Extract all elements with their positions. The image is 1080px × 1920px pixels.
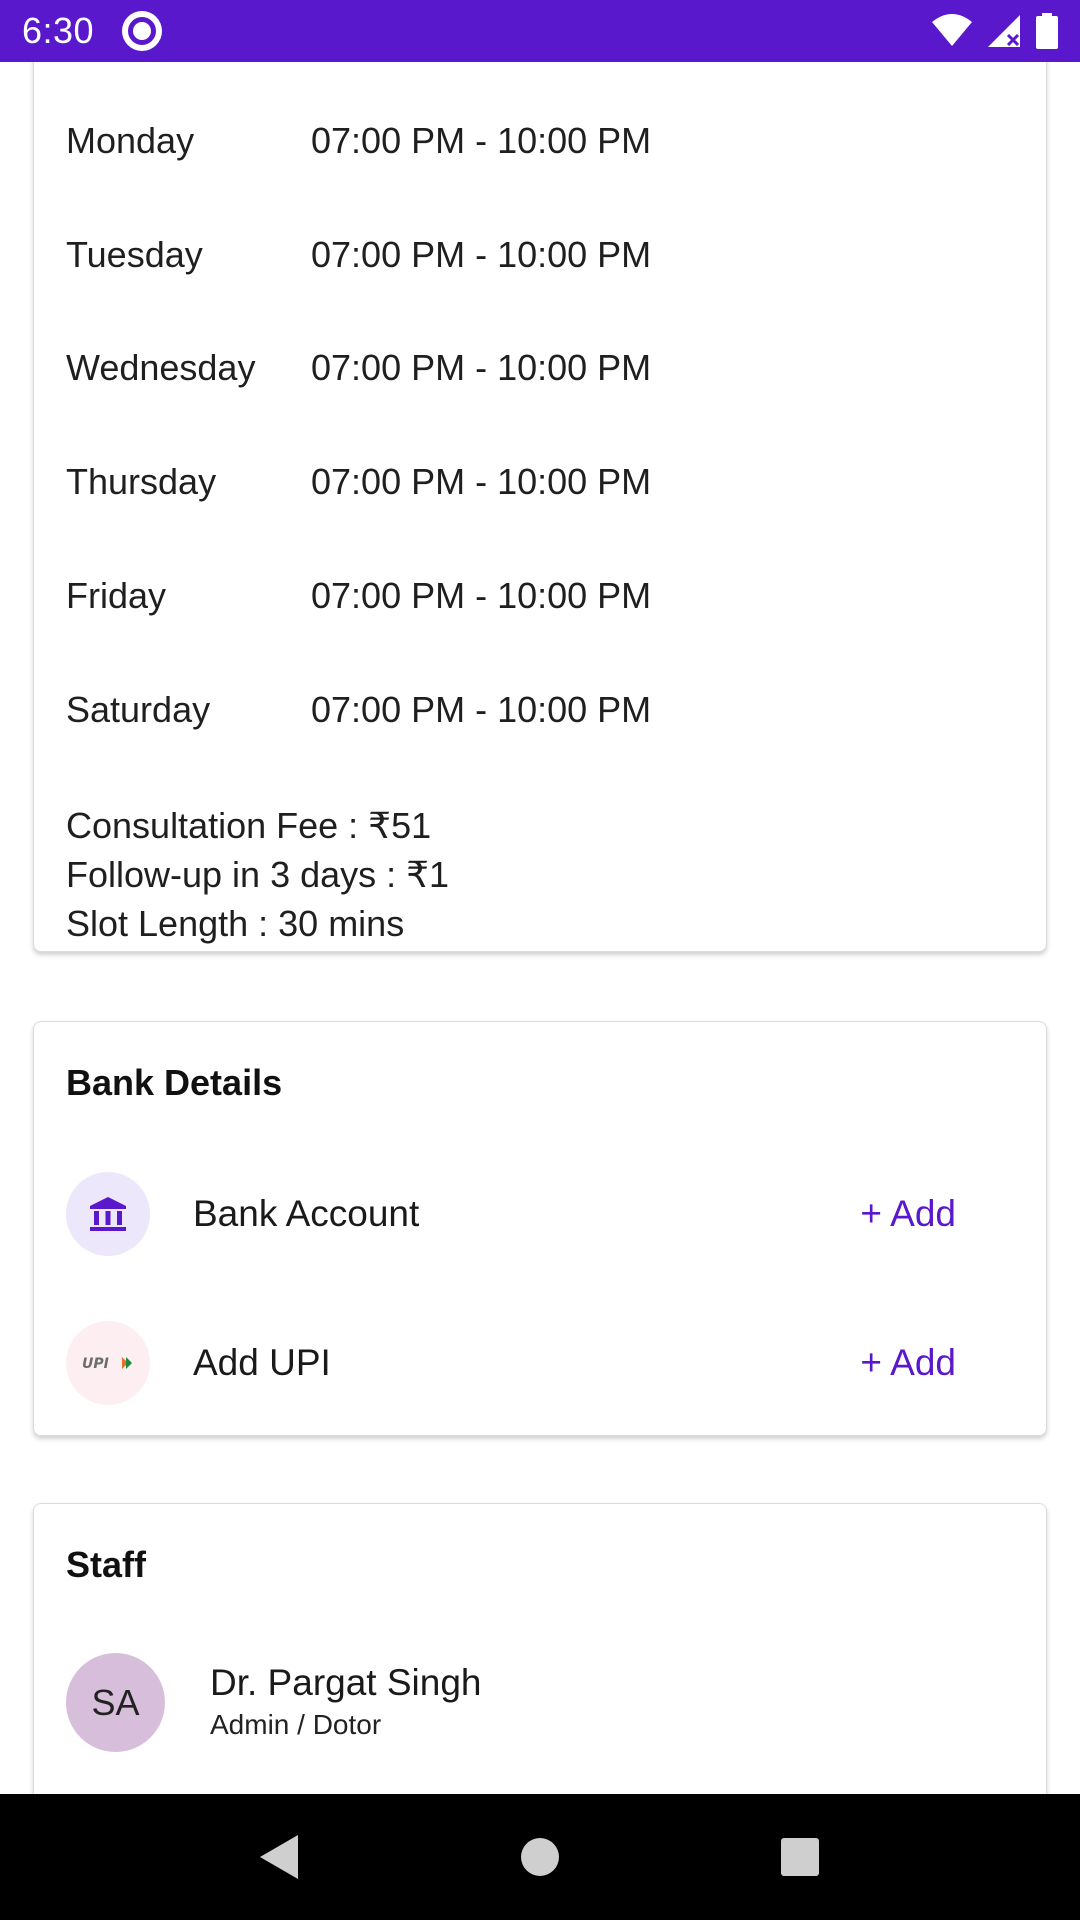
staff-member-name: Dr. Pargat Singh: [210, 1661, 482, 1703]
schedule-day: Thursday: [66, 461, 217, 502]
back-button[interactable]: [250, 1827, 310, 1887]
consultation-fee: Consultation Fee : ₹51: [66, 805, 432, 846]
schedule-day: Friday: [66, 575, 167, 616]
wifi-icon: [932, 14, 972, 46]
recents-button[interactable]: [770, 1827, 830, 1887]
add-bank-account-button[interactable]: + Add: [860, 1193, 956, 1235]
schedule-card: Monday 07:00 PM - 10:00 PM Tuesday 07:00…: [33, 62, 1047, 952]
status-time: 6:30: [22, 10, 95, 51]
schedule-day: Wednesday: [66, 347, 256, 388]
upi-row[interactable]: UPI Add UPI + Add: [66, 1321, 1016, 1405]
schedule-day: Monday: [66, 120, 195, 161]
app-notification-icon: [122, 11, 163, 51]
staff-member-row[interactable]: SA Dr. Pargat Singh Admin / Dotor: [66, 1653, 481, 1752]
signal-icon: [988, 15, 1020, 47]
bank-icon: [66, 1172, 150, 1256]
fee-details: Consultation Fee : ₹51 Follow-up in 3 da…: [66, 801, 449, 948]
schedule-hours: 07:00 PM - 10:00 PM: [311, 120, 652, 161]
staff-member-role: Admin / Dotor: [210, 1708, 382, 1740]
bank-details-title: Bank Details: [66, 1062, 283, 1103]
staff-card: Staff SA Dr. Pargat Singh Admin / Dotor: [33, 1503, 1047, 1794]
bank-details-card: Bank Details Bank Account + Add UPI Add …: [33, 1021, 1047, 1436]
schedule-hours: 07:00 PM - 10:00 PM: [311, 461, 652, 502]
staff-member-text: Dr. Pargat Singh Admin / Dotor: [210, 1661, 481, 1745]
bank-account-row[interactable]: Bank Account + Add: [66, 1172, 1016, 1256]
schedule-hours: 07:00 PM - 10:00 PM: [311, 689, 652, 730]
staff-title: Staff: [66, 1544, 146, 1585]
status-bar: 6:30: [0, 0, 1080, 62]
home-circle-icon: [521, 1838, 559, 1876]
battery-icon: [1036, 13, 1058, 49]
follow-up-fee: Follow-up in 3 days : ₹1: [66, 854, 450, 895]
home-button[interactable]: [510, 1827, 570, 1887]
upi-logo-text: UPI: [82, 1356, 109, 1372]
schedule-hours: 07:00 PM - 10:00 PM: [311, 234, 652, 275]
bank-account-label: Bank Account: [193, 1193, 420, 1234]
schedule-day: Tuesday: [66, 234, 203, 275]
navigation-bar: [0, 1794, 1080, 1920]
back-triangle-icon: [260, 1835, 298, 1879]
schedule-hours: 07:00 PM - 10:00 PM: [311, 575, 652, 616]
slot-length: Slot Length : 30 mins: [66, 903, 405, 944]
schedule-hours: 07:00 PM - 10:00 PM: [311, 347, 652, 388]
upi-icon: UPI: [66, 1321, 150, 1405]
add-upi-button[interactable]: + Add: [860, 1342, 956, 1384]
schedule-day: Saturday: [66, 689, 211, 730]
recents-square-icon: [781, 1838, 819, 1876]
status-icons: [932, 13, 1058, 49]
scroll-content[interactable]: Monday 07:00 PM - 10:00 PM Tuesday 07:00…: [0, 62, 1080, 1794]
add-upi-label: Add UPI: [193, 1342, 331, 1383]
avatar: SA: [66, 1653, 165, 1752]
